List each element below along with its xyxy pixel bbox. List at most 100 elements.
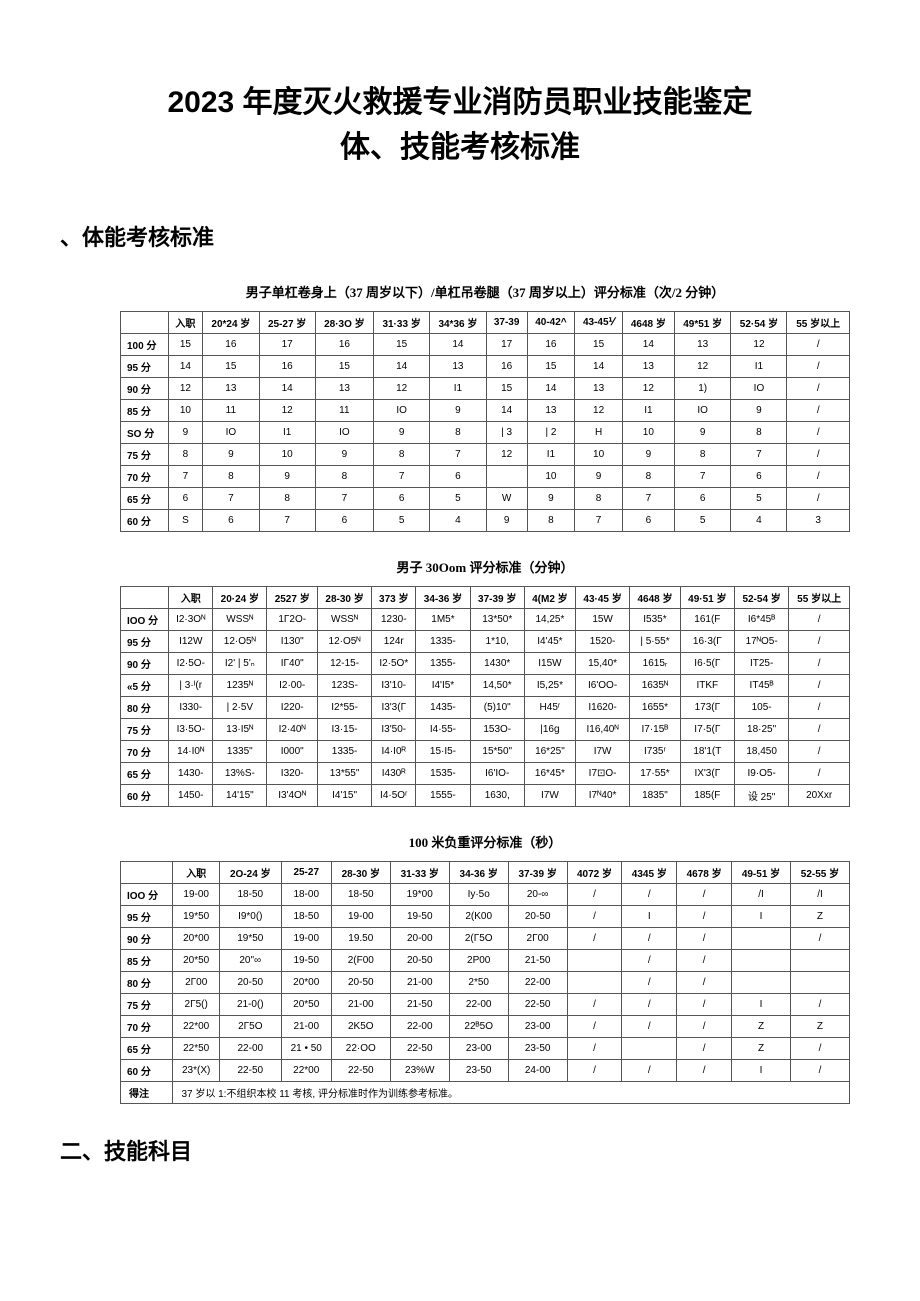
table-cell: 1555-: [416, 785, 470, 807]
table-cell: 20*00: [173, 928, 220, 950]
table-header-cell: 49-51 岁: [732, 862, 791, 884]
table-cell: [567, 950, 622, 972]
table-1: 入职20*24 岁25-27 岁28·3O 岁31·33 岁34*36 岁37-…: [120, 311, 850, 532]
table-cell: /: [677, 906, 732, 928]
table-cell: 105-: [734, 697, 788, 719]
table-3-caption: 100 米负重评分标准（秒）: [120, 832, 850, 851]
title-line2: 体、技能考核标准: [340, 131, 580, 164]
table-cell: WSSᴺ: [213, 609, 267, 631]
table-cell: 7: [575, 510, 623, 532]
table-cell: 20-∞: [508, 884, 567, 906]
table-header-cell: 40-42^: [527, 312, 575, 334]
row-label: SO 分: [121, 422, 169, 444]
table-cell: I130": [267, 631, 317, 653]
table-cell: I2' | 5'ₙ: [213, 653, 267, 675]
table-header-cell: 28-30 岁: [331, 862, 390, 884]
table-cell: I220-: [267, 697, 317, 719]
table-cell: 16*25": [524, 741, 575, 763]
table-cell: [732, 950, 791, 972]
table-cell: I1: [527, 444, 575, 466]
table-cell: Z: [790, 906, 849, 928]
table-cell: 1535-: [416, 763, 470, 785]
table-row: SO 分9IOI1IO98| 3| 2H1098/: [121, 422, 850, 444]
table-cell: 15: [374, 334, 430, 356]
table-cell: 13: [527, 400, 575, 422]
document-title: 2023 年度灭火救援专业消防员职业技能鉴定 体、技能考核标准: [60, 80, 860, 170]
table-header-cell: 4345 岁: [622, 862, 677, 884]
table-header-cell: 31·33 岁: [374, 312, 430, 334]
table-header-cell: [121, 862, 173, 884]
table-cell: /: [790, 994, 849, 1016]
table-cell: I1: [731, 356, 787, 378]
table-cell: IO: [731, 378, 787, 400]
table-header-cell: 2O-24 岁: [219, 862, 281, 884]
table-cell: 4: [731, 510, 787, 532]
table-cell: 7: [430, 444, 487, 466]
table-cell: /: [787, 444, 850, 466]
table-cell: I7W: [575, 741, 629, 763]
table-cell: 12: [622, 378, 674, 400]
table-header-cell: [121, 312, 169, 334]
table-row: 80 分2Γ0020-5020*0020-5021-002*5022-00//: [121, 972, 850, 994]
table-cell: I3'4Oᴺ: [267, 785, 317, 807]
table-cell: IX'3(Γ: [680, 763, 734, 785]
table-cell: 20*00: [281, 972, 331, 994]
table-cell: I4'15": [317, 785, 371, 807]
row-label: 85 分: [121, 400, 169, 422]
table-cell: 2Γ5O: [219, 1016, 281, 1038]
table-cell: 14·I0ᴺ: [169, 741, 213, 763]
table-cell: 15*50": [470, 741, 524, 763]
table-cell: I2*55-: [317, 697, 371, 719]
table-cell: 6: [315, 510, 374, 532]
table-cell: 2(K00: [449, 906, 508, 928]
table-cell: 7: [374, 466, 430, 488]
table-cell: 16: [259, 356, 315, 378]
table-cell: 7: [674, 466, 731, 488]
table-cell: /: [622, 884, 677, 906]
table-cell: 2K5O: [331, 1016, 390, 1038]
table-row: 65 分678765W98765/: [121, 488, 850, 510]
table-row: 80 分I330-| 2·5VI220-I2*55-I3'3(Γ1435-(5)…: [121, 697, 850, 719]
table-cell: S: [168, 510, 202, 532]
table-cell: 12: [731, 334, 787, 356]
table-cell: 19-00: [173, 884, 220, 906]
table-cell: 21-00: [281, 1016, 331, 1038]
table-cell: 1520-: [575, 631, 629, 653]
note-label: 得注: [121, 1082, 173, 1104]
table-cell: I2·5O-: [169, 653, 213, 675]
table-cell: 153O-: [470, 719, 524, 741]
table-header-cell: 55 岁以上: [789, 587, 850, 609]
table-cell: 22-00: [449, 994, 508, 1016]
row-label: 95 分: [121, 631, 169, 653]
section-2-header: 二、技能科目: [60, 1134, 860, 1166]
row-label: 65 分: [121, 488, 169, 510]
table-cell: /: [622, 994, 677, 1016]
table-cell: 17: [259, 334, 315, 356]
table-cell: 20*50: [281, 994, 331, 1016]
row-label: 65 分: [121, 1038, 173, 1060]
table-cell: 15W: [575, 609, 629, 631]
table-cell: 173(Γ: [680, 697, 734, 719]
table-cell: 17·55*: [630, 763, 680, 785]
table-cell: 13: [622, 356, 674, 378]
table-cell: /: [677, 1016, 732, 1038]
table-3: 入职2O-24 岁25-2728-30 岁31-33 岁34-36 岁37-39…: [120, 861, 850, 1104]
table-cell: 1435-: [416, 697, 470, 719]
table-cell: 22-50: [331, 1060, 390, 1082]
table-cell: 20Xxr: [789, 785, 850, 807]
table-cell: /: [677, 884, 732, 906]
table-cell: | 5·55*: [630, 631, 680, 653]
table-cell: /: [789, 675, 850, 697]
table-header-cell: 4648 岁: [630, 587, 680, 609]
table-cell: /: [789, 741, 850, 763]
table-header-cell: 52-55 岁: [790, 862, 849, 884]
table-cell: I15W: [524, 653, 575, 675]
table-cell: I2·40ᴺ: [267, 719, 317, 741]
table-cell: 22-50: [508, 994, 567, 1016]
table-cell: I3'50-: [372, 719, 416, 741]
table-cell: IO: [674, 400, 731, 422]
table-cell: I320-: [267, 763, 317, 785]
table-cell: I330-: [169, 697, 213, 719]
table-header-cell: 37-39: [486, 312, 527, 334]
table-cell: /: [622, 950, 677, 972]
